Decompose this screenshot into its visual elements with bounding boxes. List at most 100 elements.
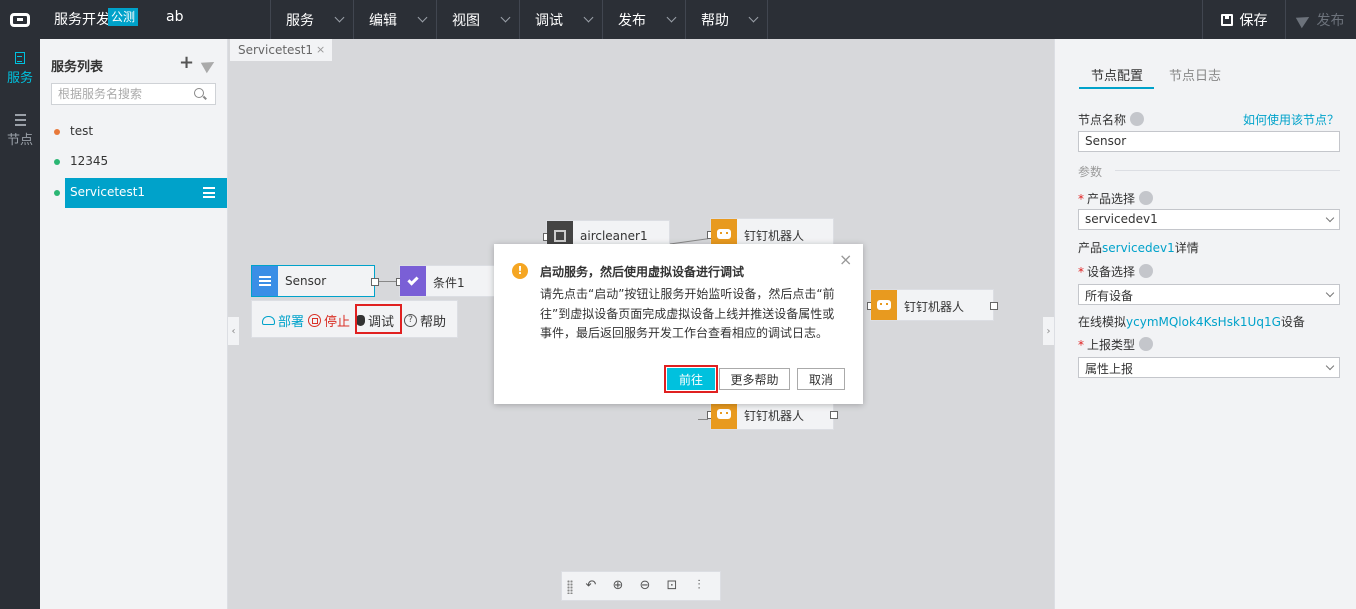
chevron-down-icon xyxy=(583,12,594,23)
status-dot xyxy=(54,159,60,165)
service-item-12345[interactable]: 12345 xyxy=(40,147,227,177)
logo[interactable] xyxy=(0,0,40,39)
robot-icon xyxy=(871,290,897,320)
drag-handle-icon[interactable] xyxy=(567,580,573,594)
service-list-title: 服务列表 xyxy=(51,60,104,75)
node-robot-mid[interactable]: 钉钉机器人 xyxy=(867,289,998,321)
output-port[interactable] xyxy=(371,278,379,286)
list-icon[interactable] xyxy=(203,187,215,198)
help-icon: ? xyxy=(404,314,417,327)
device-sim-link[interactable]: ycymMQlok4KsHsk1Uq1G xyxy=(1126,315,1281,329)
chevron-down-icon xyxy=(1325,288,1335,298)
collapse-right-button[interactable]: › xyxy=(1043,317,1054,345)
chevron-down-icon xyxy=(334,12,345,23)
tab-underline xyxy=(1079,87,1154,89)
deploy-button[interactable]: 部署 xyxy=(262,311,304,330)
menu-service[interactable]: 服务 xyxy=(270,0,353,39)
params-section-label: 参数 xyxy=(1078,165,1103,179)
save-icon xyxy=(1220,13,1233,26)
section-divider xyxy=(1115,170,1340,171)
service-item-test[interactable]: test xyxy=(40,117,227,147)
device-select-label: * 设备选择 xyxy=(1078,263,1154,280)
tab-node-config[interactable]: 节点配置 xyxy=(1091,65,1143,84)
help-icon[interactable] xyxy=(1139,264,1154,278)
debug-hint-dialog: × ! 启动服务，然后使用虚拟设备进行调试 请先点击“启动”按钮让服务开始监听设… xyxy=(494,244,863,404)
node-name-label: 节点名称 xyxy=(1078,111,1145,128)
send-icon xyxy=(1295,11,1312,28)
debug-highlight-box xyxy=(355,304,402,334)
nodes-icon xyxy=(14,114,26,126)
search-icon[interactable] xyxy=(194,88,204,98)
project-name: ab xyxy=(166,9,184,25)
add-service-icon[interactable]: + xyxy=(179,54,194,72)
zoom-in-icon[interactable]: ⊕ xyxy=(611,579,625,593)
menu-help[interactable]: 帮助 xyxy=(685,0,768,39)
node-condition[interactable]: 条件1 xyxy=(396,265,509,297)
cloud-upload-icon xyxy=(262,316,275,325)
service-item-servicetest1[interactable]: Servicetest1 xyxy=(40,178,227,208)
device-select[interactable]: 所有设备 xyxy=(1078,284,1340,305)
chevron-down-icon xyxy=(500,12,511,23)
report-type-label: * 上报类型 xyxy=(1078,336,1154,353)
cancel-button[interactable]: 取消 xyxy=(797,368,845,390)
top-bar: 服务开发 公测 ab 服务 编辑 视图 调试 发布 帮助 保存 发布 xyxy=(0,0,1356,39)
connector-line xyxy=(378,281,396,282)
menu-publish[interactable]: 发布 xyxy=(602,0,685,39)
status-dot xyxy=(54,190,60,196)
product-detail-link[interactable]: servicedev1 xyxy=(1102,241,1175,255)
send-icon[interactable] xyxy=(200,56,218,74)
document-icon xyxy=(15,52,25,64)
node-name-field[interactable]: Sensor xyxy=(1078,131,1340,152)
product-select[interactable]: servicedev1 xyxy=(1078,209,1340,230)
service-search-input[interactable] xyxy=(51,83,216,105)
layout-icon[interactable]: ⫶ xyxy=(692,579,706,593)
stop-icon xyxy=(308,314,321,327)
report-type-select[interactable]: 属性上报 xyxy=(1078,357,1340,378)
menu-view[interactable]: 视图 xyxy=(436,0,519,39)
app-title: 服务开发 xyxy=(54,12,110,28)
node-sensor[interactable]: Sensor xyxy=(251,265,379,297)
close-icon[interactable]: × xyxy=(839,250,852,269)
output-port[interactable] xyxy=(830,411,838,419)
warning-icon: ! xyxy=(512,263,528,279)
close-icon[interactable]: × xyxy=(316,43,325,56)
chevron-down-icon xyxy=(1325,213,1335,223)
output-port[interactable] xyxy=(990,302,998,310)
chevron-down-icon xyxy=(666,12,677,23)
menu-edit[interactable]: 编辑 xyxy=(353,0,436,39)
save-button[interactable]: 保存 xyxy=(1202,0,1285,39)
tab-node-log[interactable]: 节点日志 xyxy=(1169,65,1221,84)
chevron-down-icon xyxy=(748,12,759,23)
status-dot xyxy=(54,129,60,135)
go-button[interactable]: 前往 xyxy=(667,368,715,390)
more-help-button[interactable]: 更多帮助 xyxy=(719,368,790,390)
stop-button[interactable]: 停止 xyxy=(308,311,350,330)
fit-screen-icon[interactable]: ⊡ xyxy=(665,579,679,593)
connector-line xyxy=(698,419,708,420)
help-icon[interactable] xyxy=(1139,191,1154,205)
device-sim-text: 在线模拟ycymMQlok4KsHsk1Uq1G设备 xyxy=(1078,315,1305,329)
service-list-panel: 服务列表 + test 12345 Servicetest1 xyxy=(40,39,228,609)
help-icon[interactable] xyxy=(1130,112,1145,126)
menu-debug[interactable]: 调试 xyxy=(519,0,602,39)
undo-icon[interactable]: ↶ xyxy=(584,579,598,593)
sensor-icon xyxy=(252,266,278,296)
chevron-down-icon xyxy=(417,12,428,23)
chevron-down-icon xyxy=(1325,361,1335,371)
tab-servicetest1[interactable]: Servicetest1 × xyxy=(230,39,332,61)
product-detail-text: 产品servicedev1详情 xyxy=(1078,241,1199,255)
publish-button[interactable]: 发布 xyxy=(1285,0,1356,39)
left-nav: 服务 节点 xyxy=(0,39,40,609)
logo-icon xyxy=(10,12,30,27)
how-to-use-link[interactable]: 如何使用该节点？ xyxy=(1243,111,1339,128)
nav-services[interactable]: 服务 xyxy=(0,41,40,97)
zoom-out-icon[interactable]: ⊖ xyxy=(638,579,652,593)
collapse-left-button[interactable]: ‹ xyxy=(228,317,239,345)
node-properties-panel: 节点配置 节点日志 节点名称 如何使用该节点？ Sensor 参数 * 产品选择 … xyxy=(1054,39,1356,609)
main-menu: 服务 编辑 视图 调试 发布 帮助 xyxy=(270,0,768,39)
help-icon[interactable] xyxy=(1139,337,1154,351)
dialog-body: 请先点击“启动”按钮让服务开始监听设备，然后点击“前往”到虚拟设备页面完成虚拟设… xyxy=(540,287,835,340)
check-icon xyxy=(400,266,426,296)
nav-nodes[interactable]: 节点 xyxy=(0,103,40,159)
help-button[interactable]: ? 帮助 xyxy=(404,311,446,330)
